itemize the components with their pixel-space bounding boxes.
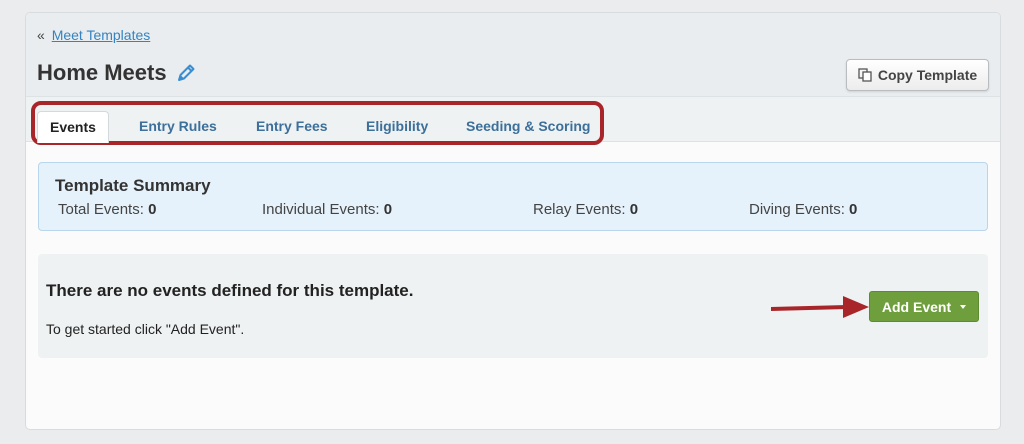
pencil-icon[interactable] — [175, 62, 197, 84]
tab-events[interactable]: Events — [37, 111, 109, 143]
stat-label: Individual Events: — [262, 201, 380, 218]
empty-state-text: To get started click "Add Event". — [46, 321, 245, 337]
template-summary: Template Summary Total Events: 0 Individ… — [38, 162, 988, 231]
tab-bar: Events Entry Rules Entry Fees Eligibilit… — [26, 97, 1000, 145]
add-event-label: Add Event — [881, 298, 952, 315]
breadcrumb-link-meet-templates[interactable]: Meet Templates — [52, 27, 151, 43]
page-title: Home Meets — [37, 60, 197, 86]
copy-template-button[interactable]: Copy Template — [846, 59, 989, 91]
stat-label: Diving Events: — [749, 201, 845, 218]
breadcrumb: « Meet Templates — [37, 27, 150, 43]
tab-seeding-scoring[interactable]: Seeding & Scoring — [454, 111, 602, 141]
copy-icon — [858, 68, 872, 82]
copy-template-label: Copy Template — [877, 67, 978, 83]
stat-total-events: Total Events: 0 — [58, 201, 156, 218]
annotation-arrow-icon — [771, 296, 869, 318]
add-event-button[interactable]: Add Event — [869, 291, 979, 322]
stat-value: 0 — [629, 201, 639, 218]
stat-relay-events: Relay Events: 0 — [533, 201, 638, 218]
stat-label: Total Events: — [58, 201, 144, 218]
stat-value: 0 — [849, 201, 858, 218]
caret-down-icon — [960, 304, 967, 309]
tab-entry-fees[interactable]: Entry Fees — [244, 111, 340, 141]
stat-value: 0 — [383, 201, 393, 218]
stat-diving-events: Diving Events: 0 — [749, 201, 857, 218]
page-title-text: Home Meets — [37, 60, 167, 85]
breadcrumb-prefix: « — [37, 27, 45, 43]
summary-title: Template Summary — [55, 176, 211, 195]
panel-header: « Meet Templates Home Meets Copy Templat… — [26, 13, 1000, 97]
stat-value: 0 — [148, 201, 157, 218]
stat-label: Relay Events: — [533, 201, 626, 218]
empty-state-title: There are no events defined for this tem… — [46, 281, 414, 300]
tab-entry-rules[interactable]: Entry Rules — [127, 111, 229, 141]
template-panel: « Meet Templates Home Meets Copy Templat… — [25, 12, 1001, 430]
tab-eligibility[interactable]: Eligibility — [354, 111, 440, 141]
stat-individual-events: Individual Events: 0 — [262, 201, 392, 218]
